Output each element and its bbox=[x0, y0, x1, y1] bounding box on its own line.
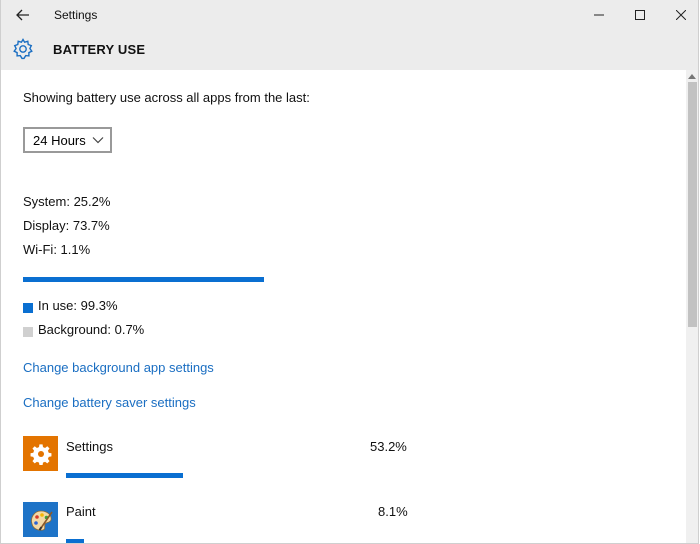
intro-text: Showing battery use across all apps from… bbox=[23, 90, 310, 105]
battery-use-content: Showing battery use across all apps from… bbox=[1, 70, 687, 543]
settings-window: Settings BATTERY USE Showing battery use… bbox=[0, 0, 699, 544]
stat-wifi: Wi-Fi: 1.1% bbox=[23, 242, 91, 257]
app-percent-paint: 8.1% bbox=[378, 504, 408, 519]
vertical-scrollbar[interactable] bbox=[686, 70, 698, 543]
stat-display: Display: 73.7% bbox=[23, 218, 110, 233]
window-title: Settings bbox=[54, 8, 98, 22]
page-header: BATTERY USE bbox=[1, 29, 698, 70]
scroll-up-button[interactable] bbox=[686, 70, 698, 82]
app-name-settings: Settings bbox=[66, 439, 113, 454]
gear-icon bbox=[30, 443, 51, 465]
background-swatch bbox=[23, 327, 33, 337]
close-button[interactable] bbox=[663, 0, 698, 29]
time-range-dropdown[interactable]: 24 Hours bbox=[23, 127, 112, 153]
title-bar: Settings bbox=[1, 0, 698, 29]
chevron-down-icon bbox=[92, 137, 104, 144]
dropdown-value: 24 Hours bbox=[33, 132, 86, 148]
close-icon bbox=[676, 9, 686, 20]
page-title: BATTERY USE bbox=[53, 42, 146, 57]
legend-background: Background: 0.7% bbox=[38, 322, 145, 337]
maximize-button[interactable] bbox=[622, 0, 658, 29]
stat-system: System: 25.2% bbox=[23, 194, 111, 209]
settings-app-icon bbox=[23, 436, 58, 471]
change-battery-saver-settings-link[interactable]: Change battery saver settings bbox=[23, 395, 196, 410]
gear-icon bbox=[13, 38, 33, 60]
minimize-icon bbox=[594, 14, 604, 15]
back-button[interactable] bbox=[1, 0, 45, 29]
legend-in-use: In use: 99.3% bbox=[38, 298, 118, 313]
paint-palette-icon bbox=[30, 510, 53, 531]
change-background-app-settings-link[interactable]: Change background app settings bbox=[23, 360, 214, 375]
usage-bar-fill bbox=[23, 277, 264, 282]
maximize-icon bbox=[635, 9, 645, 20]
app-usage-bar-paint bbox=[66, 539, 84, 543]
minimize-button[interactable] bbox=[581, 0, 617, 29]
chevron-up-icon bbox=[688, 73, 696, 79]
scrollbar-thumb[interactable] bbox=[688, 82, 697, 327]
app-name-paint: Paint bbox=[66, 504, 96, 519]
back-arrow-icon bbox=[16, 9, 29, 20]
in-use-swatch bbox=[23, 303, 33, 313]
app-usage-bar-settings bbox=[66, 473, 183, 478]
usage-bar bbox=[23, 277, 266, 282]
app-percent-settings: 53.2% bbox=[370, 439, 407, 454]
paint-app-icon bbox=[23, 502, 58, 537]
